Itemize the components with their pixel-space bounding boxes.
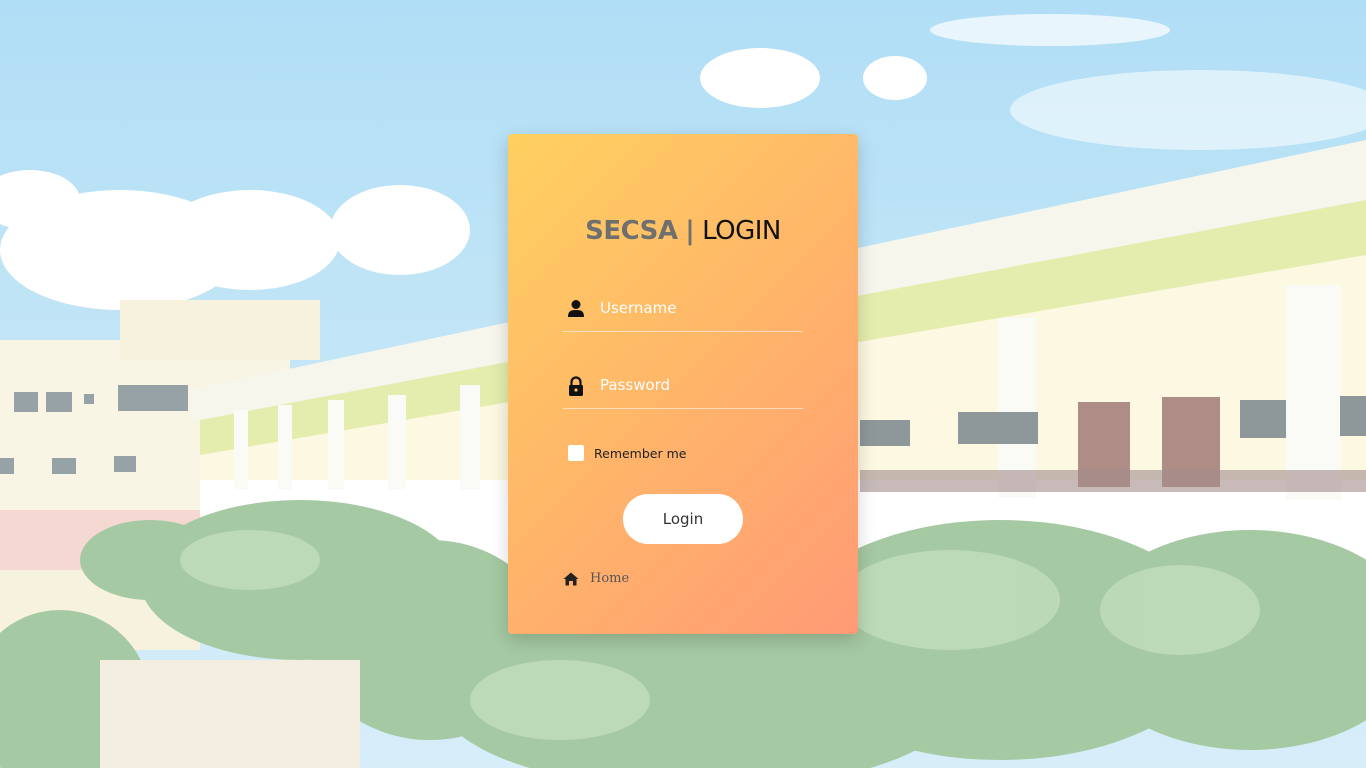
remember-me-label: Remember me <box>594 445 687 461</box>
password-input[interactable] <box>600 374 795 396</box>
login-title: SECSA | LOGIN <box>508 216 858 246</box>
login-card: SECSA | LOGIN Remember me Login Home <box>508 134 858 634</box>
title-brand: SECSA <box>585 216 678 246</box>
remember-me-checkbox[interactable] <box>568 445 584 461</box>
lock-icon <box>569 376 583 396</box>
remember-me[interactable]: Remember me <box>568 444 686 462</box>
title-separator: | <box>685 216 695 246</box>
user-icon <box>568 300 584 317</box>
title-word: LOGIN <box>702 216 781 246</box>
home-icon <box>563 572 579 585</box>
home-link[interactable]: Home <box>563 571 629 586</box>
password-field-group <box>563 368 803 409</box>
home-link-label: Home <box>590 571 630 586</box>
login-button[interactable]: Login <box>623 494 743 544</box>
username-field-group <box>563 291 803 332</box>
username-input[interactable] <box>600 297 795 319</box>
